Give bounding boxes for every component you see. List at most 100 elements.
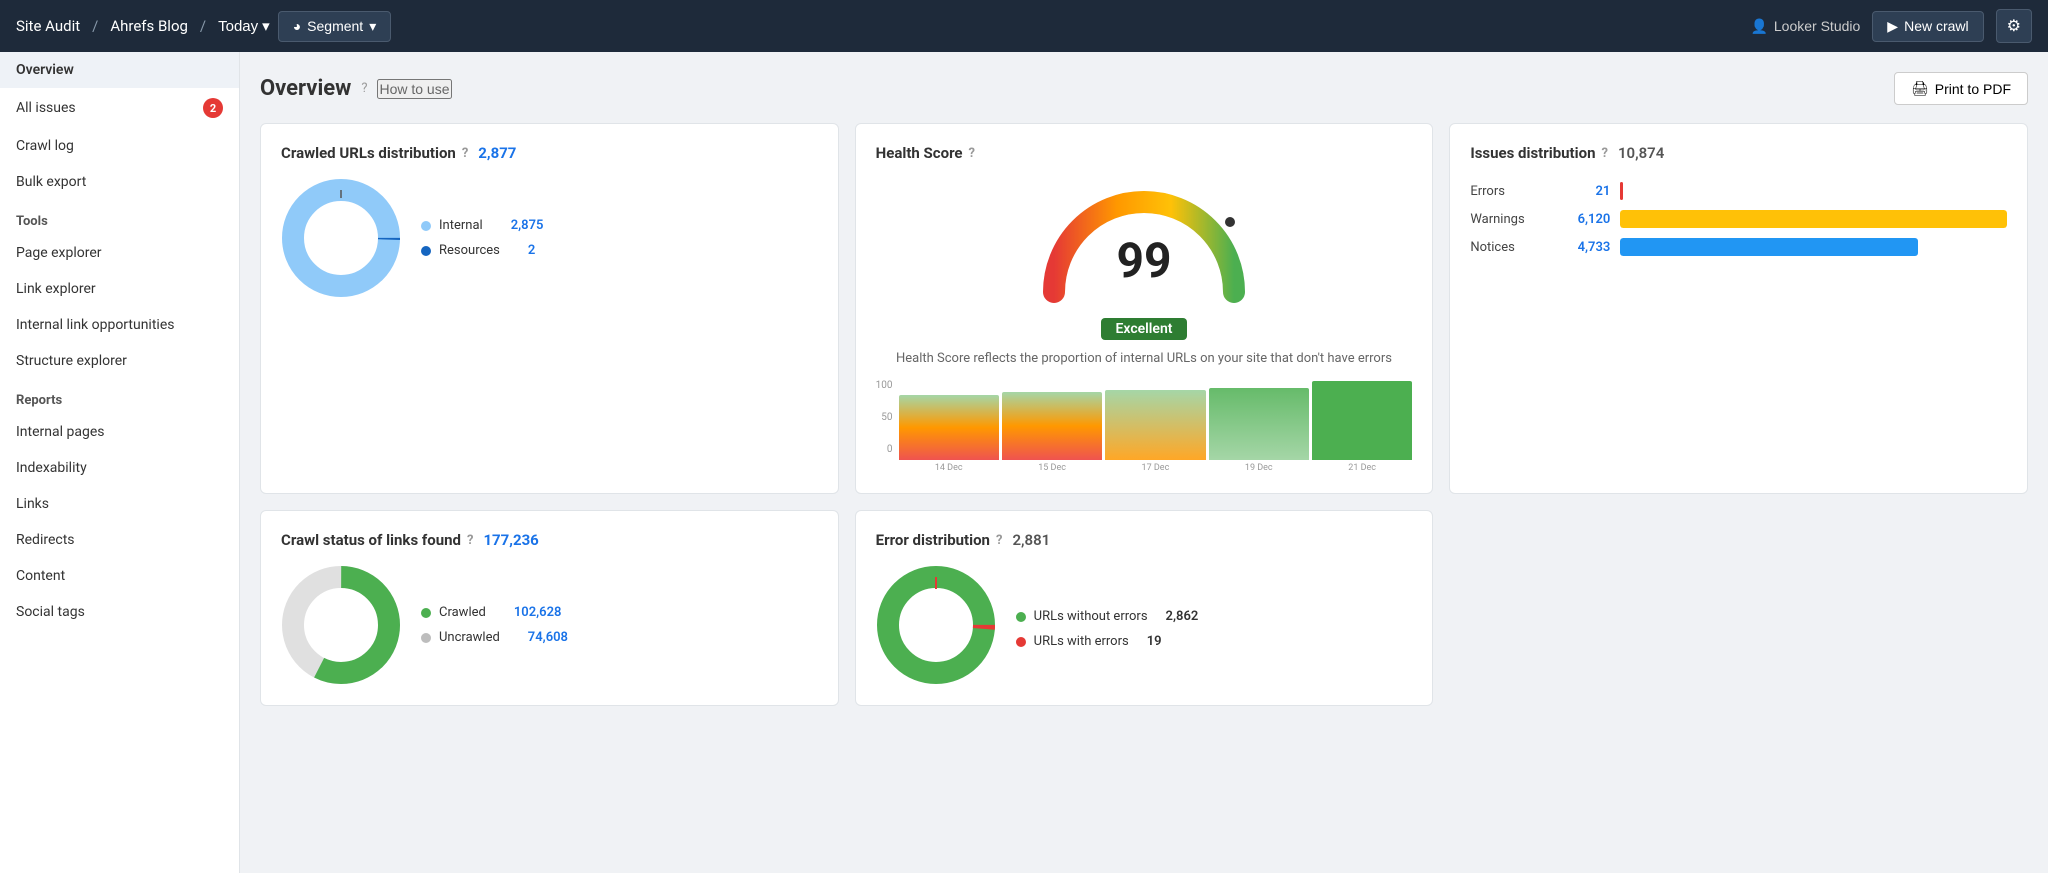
segment-icon: ◕ — [293, 18, 301, 34]
sidebar-item-link-explorer[interactable]: Link explorer — [0, 271, 239, 307]
settings-button[interactable]: ⚙ — [1996, 9, 2032, 43]
crawled-urls-title: Crawled URLs distribution ? 2,877 — [281, 144, 818, 162]
topnav-actions: 👤 Looker Studio ▶ New crawl ⚙ — [1750, 9, 2032, 43]
health-score-title: Health Score ? — [876, 144, 1413, 162]
warnings-count-link[interactable]: 6,120 — [1560, 212, 1610, 227]
topnav: Site Audit / Ahrefs Blog / Today ▾ ◕ Seg… — [0, 0, 2048, 52]
crawled-urls-legend: Internal 2,875 Resources 2 — [421, 218, 543, 258]
sidebar-item-links[interactable]: Links — [0, 486, 239, 522]
crawl-status-title: Crawl status of links found ? 177,236 — [281, 531, 818, 549]
error-dist-donut-section: URLs without errors 2,862 URLs with erro… — [876, 565, 1413, 685]
sidebar-item-redirects[interactable]: Redirects — [0, 522, 239, 558]
uncrawled-val-link[interactable]: 74,608 — [518, 630, 568, 645]
crawled-urls-card: Crawled URLs distribution ? 2,877 I — [260, 123, 839, 494]
sidebar-item-indexability[interactable]: Indexability — [0, 450, 239, 486]
sidebar-item-content[interactable]: Content — [0, 558, 239, 594]
with-error-dot — [1016, 637, 1026, 647]
sidebar: Overview All issues 2 Crawl log Bulk exp… — [0, 52, 240, 873]
y-label-100: 100 — [876, 380, 893, 391]
resources-val-link[interactable]: 2 — [518, 243, 535, 258]
with-error-legend-item: URLs with errors 19 — [1016, 634, 1199, 649]
error-dist-title: Error distribution ? 2,881 — [876, 531, 1413, 549]
looker-studio-button[interactable]: 👤 Looker Studio — [1750, 18, 1860, 35]
resources-dot — [421, 246, 431, 256]
sidebar-item-bulk-export[interactable]: Bulk export — [0, 164, 239, 200]
how-to-use-button[interactable]: How to use — [377, 79, 451, 99]
tools-section-label: Tools — [0, 200, 239, 235]
health-score-badge: Excellent — [1101, 318, 1186, 340]
internal-val-link[interactable]: 2,875 — [501, 218, 544, 233]
notices-bar-bg — [1620, 238, 2007, 256]
y-label-0: 0 — [887, 444, 893, 455]
notices-row: Notices 4,733 — [1470, 238, 2007, 256]
today-dropdown-button[interactable]: Today ▾ — [218, 17, 270, 35]
crawl-status-donut-chart — [281, 565, 401, 685]
breadcrumb-blog: Ahrefs Blog — [110, 17, 188, 35]
issues-total: 10,874 — [1618, 144, 1664, 162]
sidebar-item-social-tags[interactable]: Social tags — [0, 594, 239, 630]
internal-dot — [421, 221, 431, 231]
cards-grid: Crawled URLs distribution ? 2,877 I — [260, 123, 2028, 706]
warnings-bar-bg — [1620, 210, 2007, 228]
crawled-urls-help-icon: ? — [462, 146, 468, 161]
notices-count-link[interactable]: 4,733 — [1560, 240, 1610, 255]
issues-dist-title: Issues distribution ? 10,874 — [1470, 144, 2007, 162]
health-score-help-icon: ? — [969, 146, 975, 161]
error-dist-legend: URLs without errors 2,862 URLs with erro… — [1016, 609, 1199, 649]
issues-dist-card: Issues distribution ? 10,874 Errors 21 W… — [1449, 123, 2028, 494]
error-dist-total: 2,881 — [1012, 531, 1050, 549]
errors-bar — [1620, 182, 1623, 200]
notices-bar-fill — [1620, 238, 1918, 256]
with-error-val: 19 — [1147, 634, 1162, 649]
bar-chart-bars — [899, 380, 1413, 460]
issues-dist-help-icon: ? — [1601, 146, 1607, 161]
uncrawled-dot — [421, 633, 431, 643]
print-icon: 🖨 — [1911, 80, 1929, 97]
play-icon: ▶ — [1887, 18, 1898, 35]
crawl-status-card: Crawl status of links found ? 177,236 Cr… — [260, 510, 839, 706]
breadcrumb-area: Site Audit / Ahrefs Blog / Today ▾ ◕ Seg… — [16, 11, 391, 42]
crawled-legend-item: Crawled 102,628 — [421, 605, 568, 620]
health-score-description: Health Score reflects the proportion of … — [896, 350, 1392, 368]
bar-21dec — [1312, 381, 1412, 460]
breadcrumb-sep-1: / — [92, 17, 98, 35]
issues-rows: Errors 21 Warnings 6,120 Notices — [1470, 182, 2007, 256]
error-dist-card: Error distribution ? 2,881 — [855, 510, 1434, 706]
page-title: Overview — [260, 76, 351, 101]
no-error-val: 2,862 — [1166, 609, 1199, 624]
sidebar-item-internal-pages[interactable]: Internal pages — [0, 414, 239, 450]
y-label-50: 50 — [881, 412, 892, 423]
sidebar-item-internal-link-opp[interactable]: Internal link opportunities — [0, 307, 239, 343]
crawl-status-total-link[interactable]: 177,236 — [483, 531, 538, 549]
chevron-down-icon: ▾ — [262, 17, 270, 35]
health-score-gauge: 99 — [1034, 172, 1254, 312]
chevron-down-icon: ▾ — [369, 18, 376, 35]
svg-text:99: 99 — [1116, 232, 1171, 289]
bar-label-14dec: 14 Dec — [899, 463, 999, 473]
gauge-container: 99 Excellent Health Score reflects the p… — [876, 172, 1413, 473]
print-to-pdf-button[interactable]: 🖨 Print to PDF — [1894, 72, 2028, 105]
page-header: Overview ? How to use 🖨 Print to PDF — [260, 72, 2028, 105]
warnings-bar-fill — [1620, 210, 2007, 228]
reports-section-label: Reports — [0, 379, 239, 414]
sidebar-item-crawl-log[interactable]: Crawl log — [0, 128, 239, 164]
bar-15dec — [1002, 392, 1102, 460]
crawled-urls-total-link[interactable]: 2,877 — [478, 144, 516, 162]
crawl-status-legend: Crawled 102,628 Uncrawled 74,608 — [421, 605, 568, 645]
bar-label-15dec: 15 Dec — [1002, 463, 1102, 473]
sidebar-item-all-issues[interactable]: All issues 2 — [0, 88, 239, 128]
sidebar-item-overview[interactable]: Overview — [0, 52, 239, 88]
new-crawl-button[interactable]: ▶ New crawl — [1872, 11, 1983, 42]
errors-count-link[interactable]: 21 — [1560, 184, 1610, 199]
all-issues-badge: 2 — [203, 98, 223, 118]
sidebar-item-structure-explorer[interactable]: Structure explorer — [0, 343, 239, 379]
crawled-dot — [421, 608, 431, 618]
sidebar-item-page-explorer[interactable]: Page explorer — [0, 235, 239, 271]
bar-chart-labels: 14 Dec 15 Dec 17 Dec 19 Dec 21 Dec — [899, 463, 1413, 473]
health-score-card: Health Score ? — [855, 123, 1434, 494]
bar-chart-area: 14 Dec 15 Dec 17 Dec 19 Dec 21 Dec — [899, 380, 1413, 473]
segment-button[interactable]: ◕ Segment ▾ — [278, 11, 392, 42]
bar-19dec — [1209, 388, 1309, 460]
crawled-val-link[interactable]: 102,628 — [504, 605, 562, 620]
bar-label-21dec: 21 Dec — [1312, 463, 1412, 473]
